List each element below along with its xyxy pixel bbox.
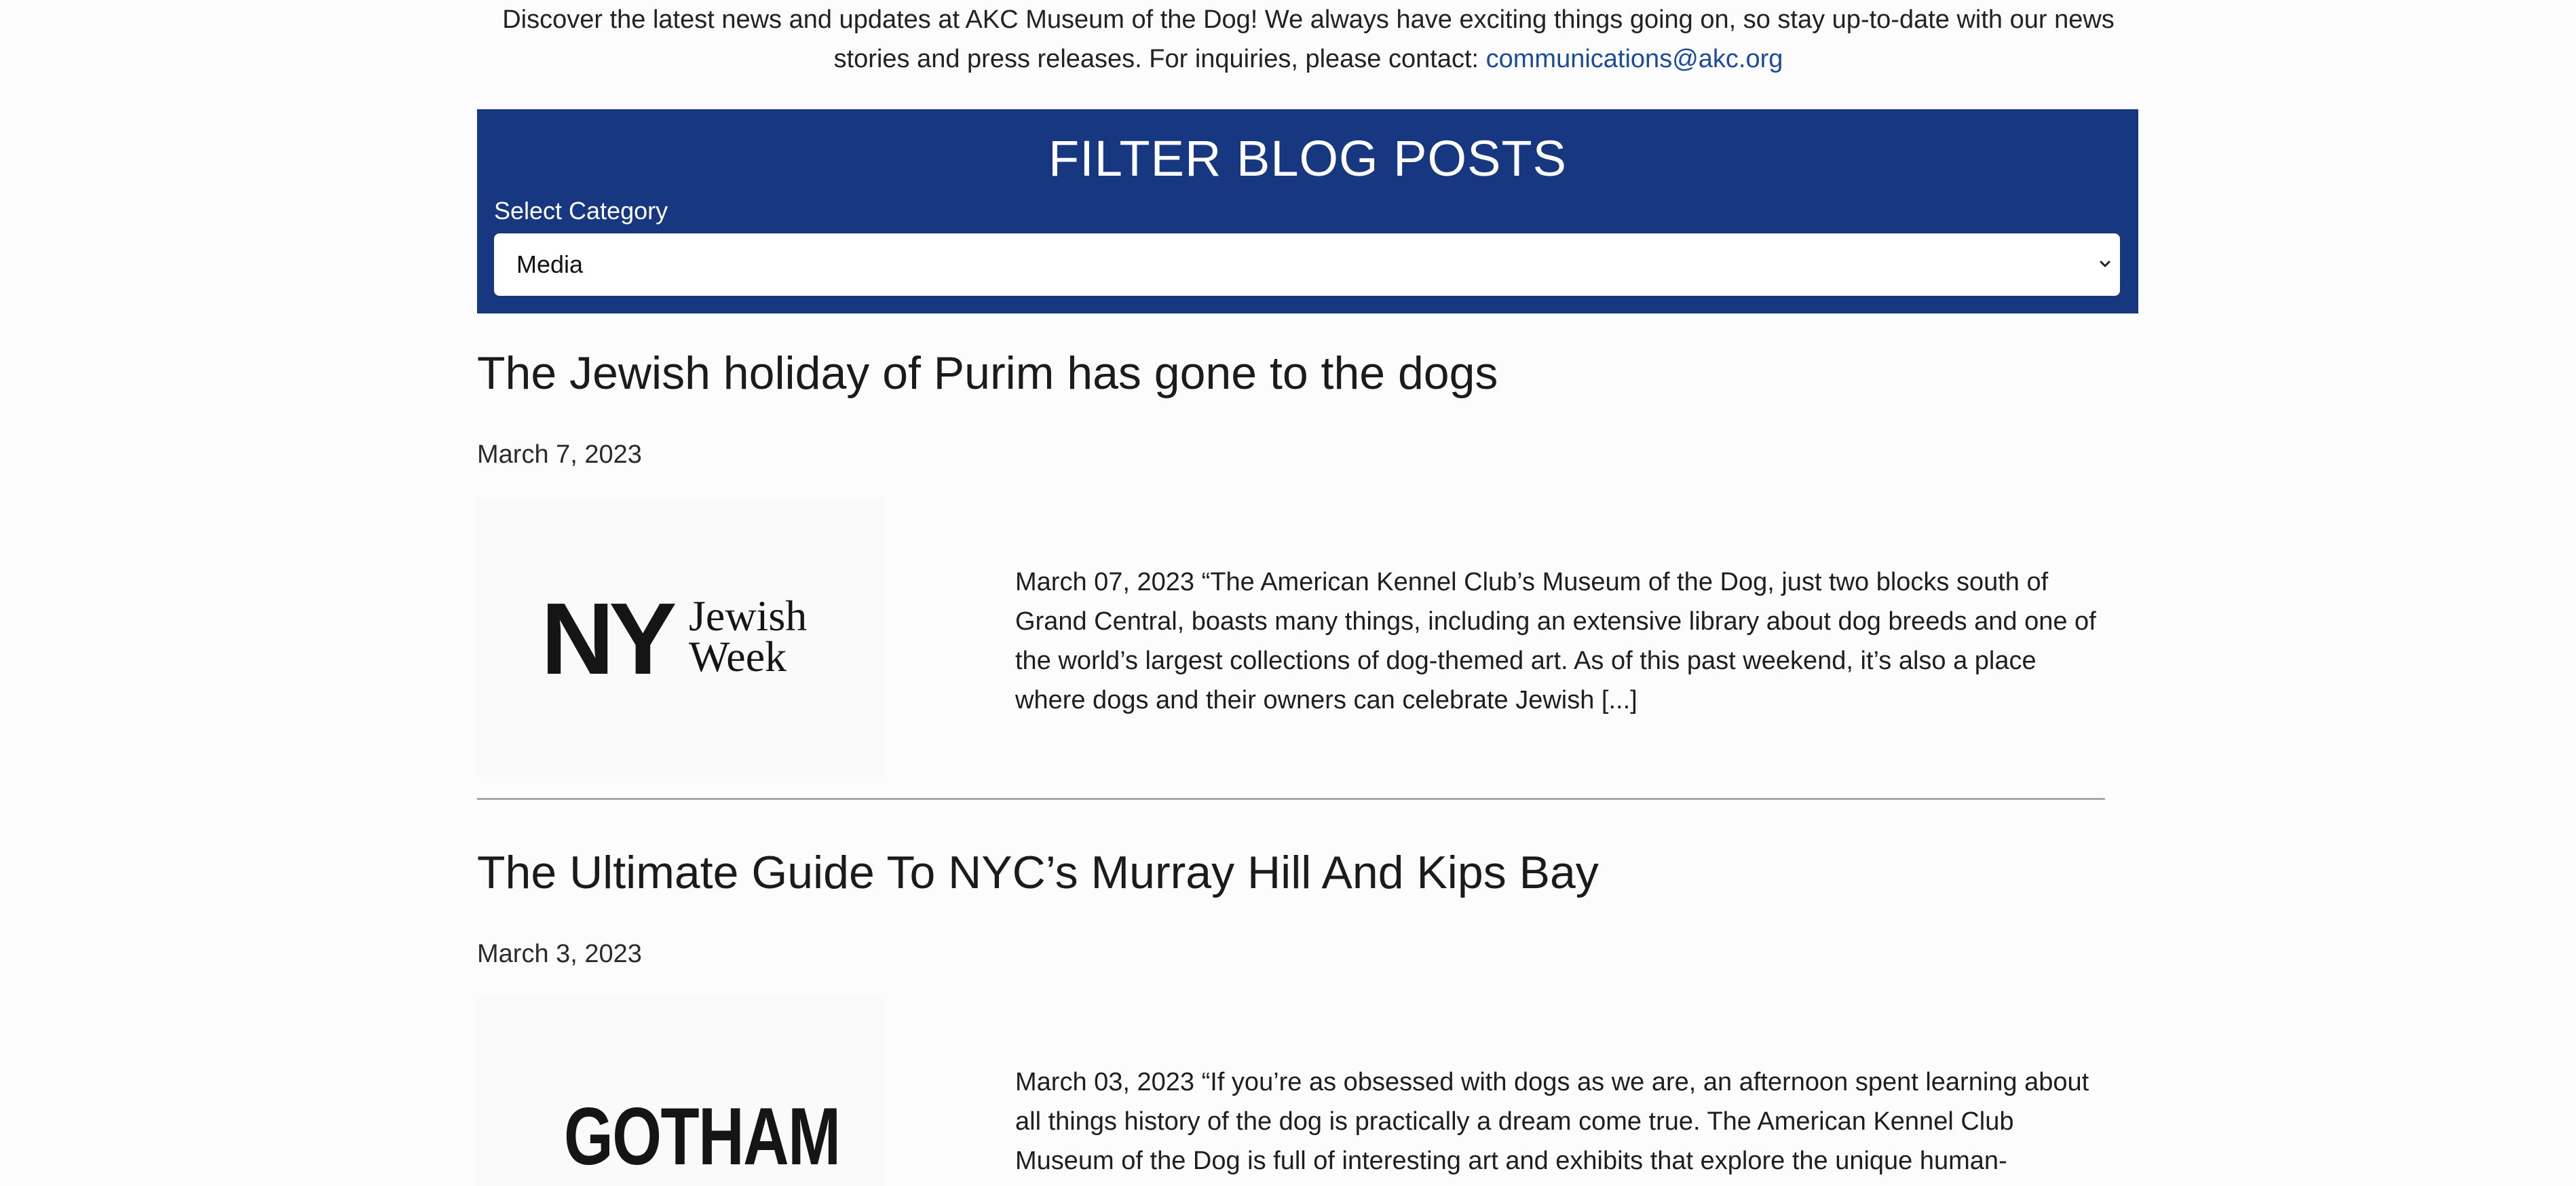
logo-ny-text: NY — [541, 581, 677, 695]
post-excerpt: March 03, 2023 “If you’re as obsessed wi… — [1015, 1068, 2089, 1175]
post-date: March 3, 2023 — [477, 940, 642, 968]
post-thumbnail[interactable]: NY Jewish Week — [477, 499, 884, 777]
post-date: March 7, 2023 — [477, 440, 642, 469]
category-select[interactable]: Media — [494, 233, 2120, 296]
logo-week-text: Week — [689, 632, 787, 681]
post-divider — [477, 798, 2105, 800]
logo-jewish-week-text: Jewish Week — [689, 594, 807, 678]
gotham-logo: GOTHAM — [564, 1091, 841, 1182]
contact-email-link[interactable]: communications@akc.org — [1486, 45, 1783, 73]
post-thumbnail[interactable]: GOTHAM — [477, 997, 884, 1186]
chevron-down-icon — [2100, 261, 2110, 267]
post-title-link[interactable]: The Ultimate Guide To NYC’s Murray Hill … — [477, 844, 1599, 901]
filter-blog-posts-panel: FILTER BLOG POSTS Select Category Media — [477, 109, 2138, 313]
select-category-label: Select Category — [494, 197, 668, 225]
post-title-link[interactable]: The Jewish holiday of Purim has gone to … — [477, 345, 1498, 402]
filter-title: FILTER BLOG POSTS — [1048, 130, 1567, 187]
category-select-value: Media — [516, 250, 584, 278]
intro-text: Discover the latest news and updates at … — [477, 0, 2140, 79]
post-excerpt: March 07, 2023 “The American Kennel Club… — [1015, 568, 2096, 714]
intro-line-1: Discover the latest news and updates at … — [502, 5, 2115, 34]
ny-jewish-week-logo: NY — [541, 588, 677, 689]
intro-line-2: stories and press releases. For inquirie… — [833, 45, 1486, 73]
